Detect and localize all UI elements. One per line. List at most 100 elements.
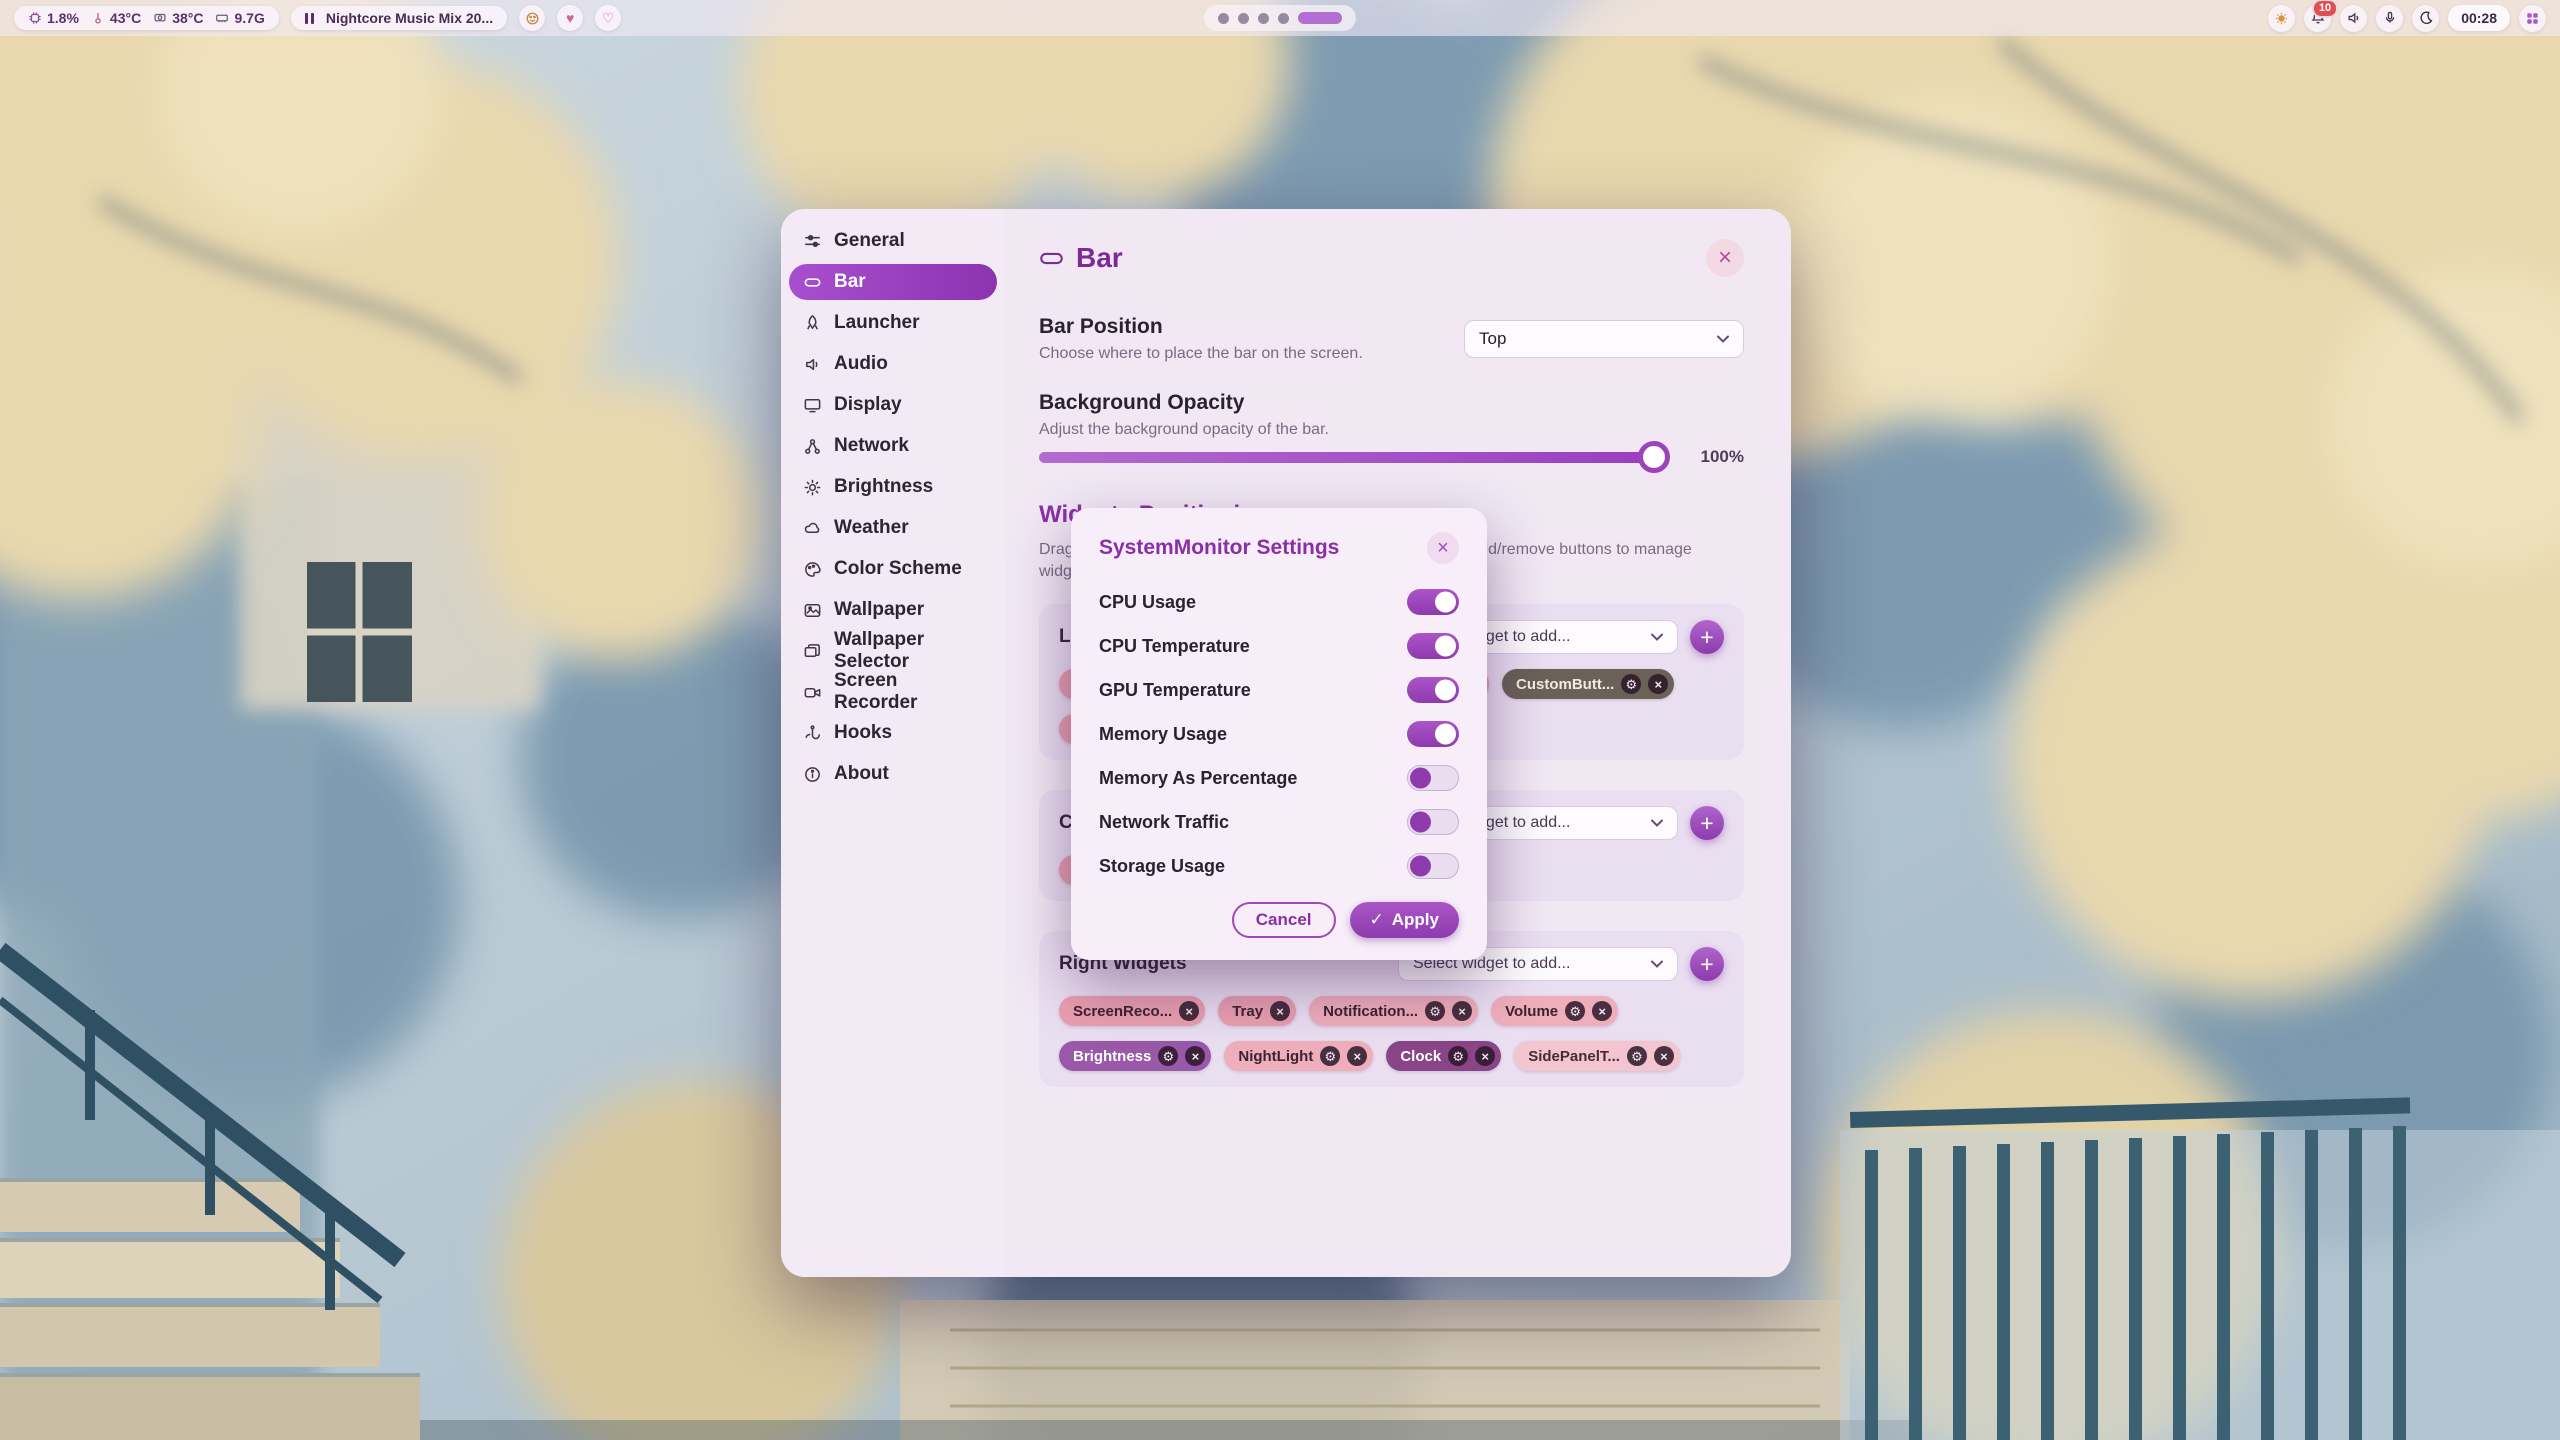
- sidebar-item-network[interactable]: Network: [789, 428, 997, 464]
- chip-remove-button[interactable]: ×: [1452, 1001, 1472, 1021]
- bar-icon: [1039, 246, 1064, 271]
- toggle-gpu-temperature[interactable]: [1407, 677, 1459, 703]
- chip-remove-button[interactable]: ×: [1648, 674, 1668, 694]
- app-launcher-button[interactable]: [2519, 5, 2546, 32]
- system-stats-module[interactable]: 1.8% 43°C 38°C 9.7G: [14, 6, 279, 30]
- likes-button[interactable]: ♡: [595, 5, 621, 31]
- widget-chip[interactable]: Clock ⚙ ×: [1386, 1041, 1501, 1071]
- opacity-slider[interactable]: [1039, 452, 1670, 463]
- toggle-label: CPU Temperature: [1099, 636, 1250, 657]
- widget-chip[interactable]: Volume ⚙ ×: [1491, 996, 1618, 1026]
- modal-close-button[interactable]: ×: [1427, 532, 1459, 564]
- apply-button-label: Apply: [1392, 910, 1439, 930]
- notification-badge: 10: [2312, 0, 2338, 18]
- chip-settings-button[interactable]: ⚙: [1320, 1046, 1340, 1066]
- workspace-dot[interactable]: [1218, 13, 1229, 24]
- sidebar-item-bar[interactable]: Bar: [789, 264, 997, 300]
- toggle-cpu-temperature[interactable]: [1407, 633, 1459, 659]
- active-workspace-pill[interactable]: [1298, 12, 1342, 24]
- taskbar: 1.8% 43°C 38°C 9.7G Nightcore Music Mix …: [0, 0, 2560, 36]
- sidebar-item-label: Color Scheme: [834, 558, 962, 580]
- apply-button[interactable]: ✓ Apply: [1350, 902, 1459, 938]
- toggle-storage-usage[interactable]: [1407, 853, 1459, 879]
- chip-remove-button[interactable]: ×: [1270, 1001, 1290, 1021]
- chip-settings-button[interactable]: ⚙: [1448, 1046, 1468, 1066]
- cancel-button[interactable]: Cancel: [1232, 902, 1336, 938]
- chip-remove-button[interactable]: ×: [1185, 1046, 1205, 1066]
- favorites-button[interactable]: ♥: [557, 5, 583, 31]
- bar-icon: [803, 273, 822, 292]
- widget-chip[interactable]: Tray ×: [1218, 996, 1296, 1026]
- add-widget-button[interactable]: +: [1690, 620, 1724, 654]
- heart-outline-icon: ♡: [602, 10, 615, 27]
- chip-remove-button[interactable]: ×: [1592, 1001, 1612, 1021]
- close-icon: ×: [1655, 678, 1663, 691]
- emoji-picker-button[interactable]: [519, 5, 545, 31]
- widget-chip-label: Clock: [1400, 1048, 1441, 1065]
- sidebar-item-label: Brightness: [834, 476, 933, 498]
- sidebar-item-audio[interactable]: Audio: [789, 346, 997, 382]
- sidebar-item-label: Weather: [834, 517, 909, 539]
- color-temp-button[interactable]: [2268, 5, 2295, 32]
- sidebar-item-color-scheme[interactable]: Color Scheme: [789, 551, 997, 587]
- sidebar-item-weather[interactable]: Weather: [789, 510, 997, 546]
- clock[interactable]: 00:28: [2448, 5, 2510, 31]
- widget-chip[interactable]: SidePanelT... ⚙ ×: [1514, 1041, 1680, 1071]
- toggle-cpu-usage[interactable]: [1407, 589, 1459, 615]
- rocket-icon: [803, 314, 822, 333]
- sidebar-item-wallpaper[interactable]: Wallpaper: [789, 592, 997, 628]
- chip-remove-button[interactable]: ×: [1347, 1046, 1367, 1066]
- sidebar-item-display[interactable]: Display: [789, 387, 997, 423]
- gear-icon: ⚙: [1325, 1050, 1337, 1063]
- sidebar-item-hooks[interactable]: Hooks: [789, 715, 997, 751]
- chip-settings-button[interactable]: ⚙: [1621, 674, 1641, 694]
- sidebar-item-label: Screen Recorder: [834, 670, 983, 714]
- gear-icon: ⚙: [1631, 1050, 1643, 1063]
- gear-icon: ⚙: [1163, 1050, 1175, 1063]
- sliders-icon: [803, 232, 822, 251]
- widget-chip[interactable]: CustomButt... ⚙ ×: [1502, 669, 1674, 699]
- media-player-module[interactable]: Nightcore Music Mix 20...: [291, 6, 507, 30]
- widget-chip[interactable]: NightLight ⚙ ×: [1224, 1041, 1373, 1071]
- widget-chip[interactable]: Notification... ⚙ ×: [1309, 996, 1478, 1026]
- chevron-down-icon: [1651, 819, 1663, 827]
- modal-title: SystemMonitor Settings: [1099, 536, 1339, 560]
- sidebar-item-brightness[interactable]: Brightness: [789, 469, 997, 505]
- sidebar-item-launcher[interactable]: Launcher: [789, 305, 997, 341]
- add-widget-button[interactable]: +: [1690, 947, 1724, 981]
- sidebar-item-screen-recorder[interactable]: Screen Recorder: [789, 674, 997, 710]
- chip-remove-button[interactable]: ×: [1475, 1046, 1495, 1066]
- chip-settings-button[interactable]: ⚙: [1158, 1046, 1178, 1066]
- sidebar-item-about[interactable]: About: [789, 756, 997, 792]
- chip-settings-button[interactable]: ⚙: [1565, 1001, 1585, 1021]
- sidebar-item-general[interactable]: General: [789, 223, 997, 259]
- close-icon: ×: [1276, 1005, 1284, 1018]
- sidebar-item-wallpaper-selector[interactable]: Wallpaper Selector: [789, 633, 997, 669]
- workspace-dot[interactable]: [1258, 13, 1269, 24]
- add-widget-button[interactable]: +: [1690, 806, 1724, 840]
- window-close-button[interactable]: ×: [1706, 239, 1744, 277]
- sidebar-item-label: General: [834, 230, 905, 252]
- toggle-network-traffic[interactable]: [1407, 809, 1459, 835]
- workspace-dot[interactable]: [1278, 13, 1289, 24]
- chip-remove-button[interactable]: ×: [1654, 1046, 1674, 1066]
- workspace-dot[interactable]: [1238, 13, 1249, 24]
- widget-chip[interactable]: ScreenReco... ×: [1059, 996, 1205, 1026]
- close-icon: ×: [1481, 1050, 1489, 1063]
- chip-remove-button[interactable]: ×: [1179, 1001, 1199, 1021]
- slider-knob[interactable]: [1638, 441, 1670, 473]
- widget-chip[interactable]: Brightness ⚙ ×: [1059, 1041, 1211, 1071]
- volume-button[interactable]: [2340, 5, 2367, 32]
- toggle-memory-usage[interactable]: [1407, 721, 1459, 747]
- night-light-button[interactable]: [2412, 5, 2439, 32]
- chip-settings-button[interactable]: ⚙: [1627, 1046, 1647, 1066]
- workspace-indicator[interactable]: [1204, 5, 1356, 31]
- toggle-memory-as-percentage[interactable]: [1407, 765, 1459, 791]
- bar-position-dropdown[interactable]: Top: [1464, 320, 1744, 358]
- microphone-button[interactable]: [2376, 5, 2403, 32]
- notifications-button[interactable]: 10: [2304, 5, 2331, 32]
- opacity-value: 100%: [1688, 447, 1744, 467]
- chip-settings-button[interactable]: ⚙: [1425, 1001, 1445, 1021]
- network-icon: [803, 437, 822, 456]
- chevron-down-icon: [1717, 335, 1729, 343]
